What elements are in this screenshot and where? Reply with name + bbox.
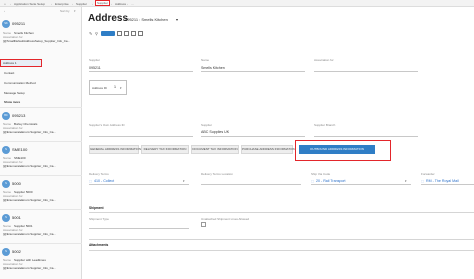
ship-via-icon: ⬚ [311, 179, 314, 183]
nav-item-message-setup[interactable]: Message Setup [4, 91, 25, 95]
supplier2-label: Supplier [201, 123, 213, 127]
avatar: S [2, 180, 10, 188]
supplier-branch-label: Supplier Branch [314, 123, 336, 127]
breadcrumb-item[interactable]: Enterprise [55, 2, 69, 6]
link-icon[interactable]: ⚲ [95, 31, 98, 36]
supplier-label: Supplier [89, 58, 101, 62]
avatar: S [2, 248, 10, 256]
unattached-shipment-lines-label: Unattached Shipment Lines Allowed [201, 217, 250, 221]
record-assoc: [@SmallDefaultAddressSetup_Supplier_Info… [3, 39, 71, 43]
breadcrumb-item[interactable]: Address [115, 2, 126, 6]
page-subtitle: 095211 : Smells Kitchen [125, 17, 168, 22]
tab-delivery-tax-information[interactable]: DELIVERY TAX INFORMATION [141, 145, 189, 154]
nav-item-communication-method[interactable]: Communication Method [4, 81, 36, 85]
home-icon[interactable]: ⌂ [4, 2, 6, 6]
back-icon[interactable]: ‹ [4, 9, 5, 13]
record-assoc: [@EnumerateEnum:Supplier_Info_Ca... [3, 232, 56, 236]
breadcrumb-item[interactable]: Application Suite Setup [14, 2, 45, 6]
top-breadcrumb-bar: ⌂ › Application Suite Setup › Enterprise… [0, 0, 474, 7]
avatar: SK [2, 20, 10, 28]
attach-icon[interactable] [101, 31, 115, 36]
record-code: 095213 [12, 113, 26, 118]
supplier-field[interactable]: 095211 [89, 66, 101, 70]
tab-purchase-address-information[interactable]: PURCHASE ADDRESS INFORMATION [241, 145, 295, 154]
record-code: 5000 [12, 181, 21, 186]
record-code: SME100 [12, 147, 28, 152]
shipment-section-title: Shipment [89, 206, 104, 210]
download-icon[interactable] [138, 31, 143, 36]
name-label: Name [201, 58, 210, 62]
show-more-link[interactable]: Show more [4, 100, 20, 104]
supplier2-field[interactable]: ABC Supplies UK [201, 130, 229, 134]
avatar: S [2, 214, 10, 222]
address-id-value: 1 [114, 85, 116, 89]
ship-via-chevron-icon[interactable]: ▾ [405, 179, 407, 183]
search-icon[interactable] [124, 31, 129, 36]
delivery-terms-icon: ⬚ [89, 179, 92, 183]
address-id-chevron-icon: ▾ [120, 86, 122, 90]
breadcrumb-item-current[interactable]: Supplier [94, 0, 111, 6]
subtitle-chevron-icon[interactable]: ▾ [176, 17, 178, 22]
forwarder-field[interactable]: RM - The Royal Mail [426, 179, 474, 183]
forwarder-icon: ⬚ [421, 179, 424, 183]
record-assoc: [@EnumerateEnum:Supplier_Info_Ca... [3, 164, 56, 168]
name-field[interactable]: Smells Kitchen [201, 66, 225, 70]
record-assoc: [@EnumerateEnum:Supplier_Info_Ca... [3, 198, 56, 202]
list-item[interactable]: S 5001 Name Supplier 5001 Association fo… [0, 210, 82, 244]
attachments-section-title: Attachments [89, 243, 109, 247]
delivery-terms-field[interactable]: 410 - Collect [94, 179, 114, 183]
ship-via-code-field[interactable]: 20 - Rail Transport [316, 179, 346, 183]
delivery-terms-location-label: Delivery Terms Location [201, 172, 233, 176]
more-icon[interactable]: … [131, 2, 134, 6]
delivery-terms-label: Delivery Terms [89, 172, 109, 176]
forwarder-label: Forwarder [421, 172, 435, 176]
record-list-sidebar: ‹ Sort by ▾ SK 095211 Name Smells Kitche… [0, 7, 82, 279]
record-code: 5002 [12, 249, 21, 254]
list-item[interactable]: SK 095211 Name Smells Kitchen Associatio… [0, 15, 82, 50]
tab-document-tax-information[interactable]: DOCUMENT TAX INFORMATION [191, 145, 239, 154]
record-code: 5001 [12, 215, 21, 220]
copy-icon[interactable] [117, 31, 122, 36]
pin-icon[interactable]: ✎ [89, 31, 92, 36]
list-item[interactable]: S SME100 Name SME100 Association for [@E… [0, 142, 82, 176]
association-label: Association for [314, 58, 334, 62]
sort-label[interactable]: Sort by [60, 9, 70, 13]
record-code: 095211 [12, 21, 26, 26]
address-id-box[interactable]: Address ID 1 ▾ [89, 80, 127, 95]
avatar: S [2, 146, 10, 154]
supplier-own-address-id-label: Supplier's Own Address ID [89, 123, 125, 127]
sort-chevron-icon[interactable]: ▾ [74, 9, 76, 13]
avatar: BC [2, 112, 10, 120]
record-assoc: [@EnumerateEnum:Supplier_Info_Ca... [3, 266, 56, 270]
delivery-terms-chevron-icon[interactable]: ▾ [183, 179, 185, 183]
ship-via-code-label: Ship Via Code [311, 172, 331, 176]
shipment-type-label: Shipment Type [89, 217, 109, 221]
breadcrumb-item[interactable]: Supplier [76, 2, 87, 6]
page-title: Address [88, 13, 129, 24]
refresh-icon[interactable] [131, 31, 136, 36]
record-assoc: [@EnumerateEnum:Supplier_Info_Ca... [3, 130, 56, 134]
unattached-shipment-lines-checkbox[interactable] [201, 222, 206, 227]
nav-item-contact[interactable]: Contact [4, 71, 14, 75]
tab-general-address-information[interactable]: GENERAL ADDRESS INFORMATION [89, 145, 141, 154]
list-item[interactable]: S 5000 Name Supplier 5000 Association fo… [0, 176, 82, 210]
list-item[interactable]: BC 095213 Name Burley Chemicals Associat… [0, 108, 82, 142]
tab-outbound-address-information[interactable]: OUTBOUND ADDRESS INFORMATION [299, 145, 375, 154]
address-detail-panel: Address 095211 : Smells Kitchen ▾ ✎ ⚲ Su… [83, 7, 474, 279]
nav-item-address[interactable]: Address 1 [0, 59, 42, 67]
list-item[interactable]: S 5002 Name Supplier with Leadtimes Asso… [0, 244, 82, 278]
